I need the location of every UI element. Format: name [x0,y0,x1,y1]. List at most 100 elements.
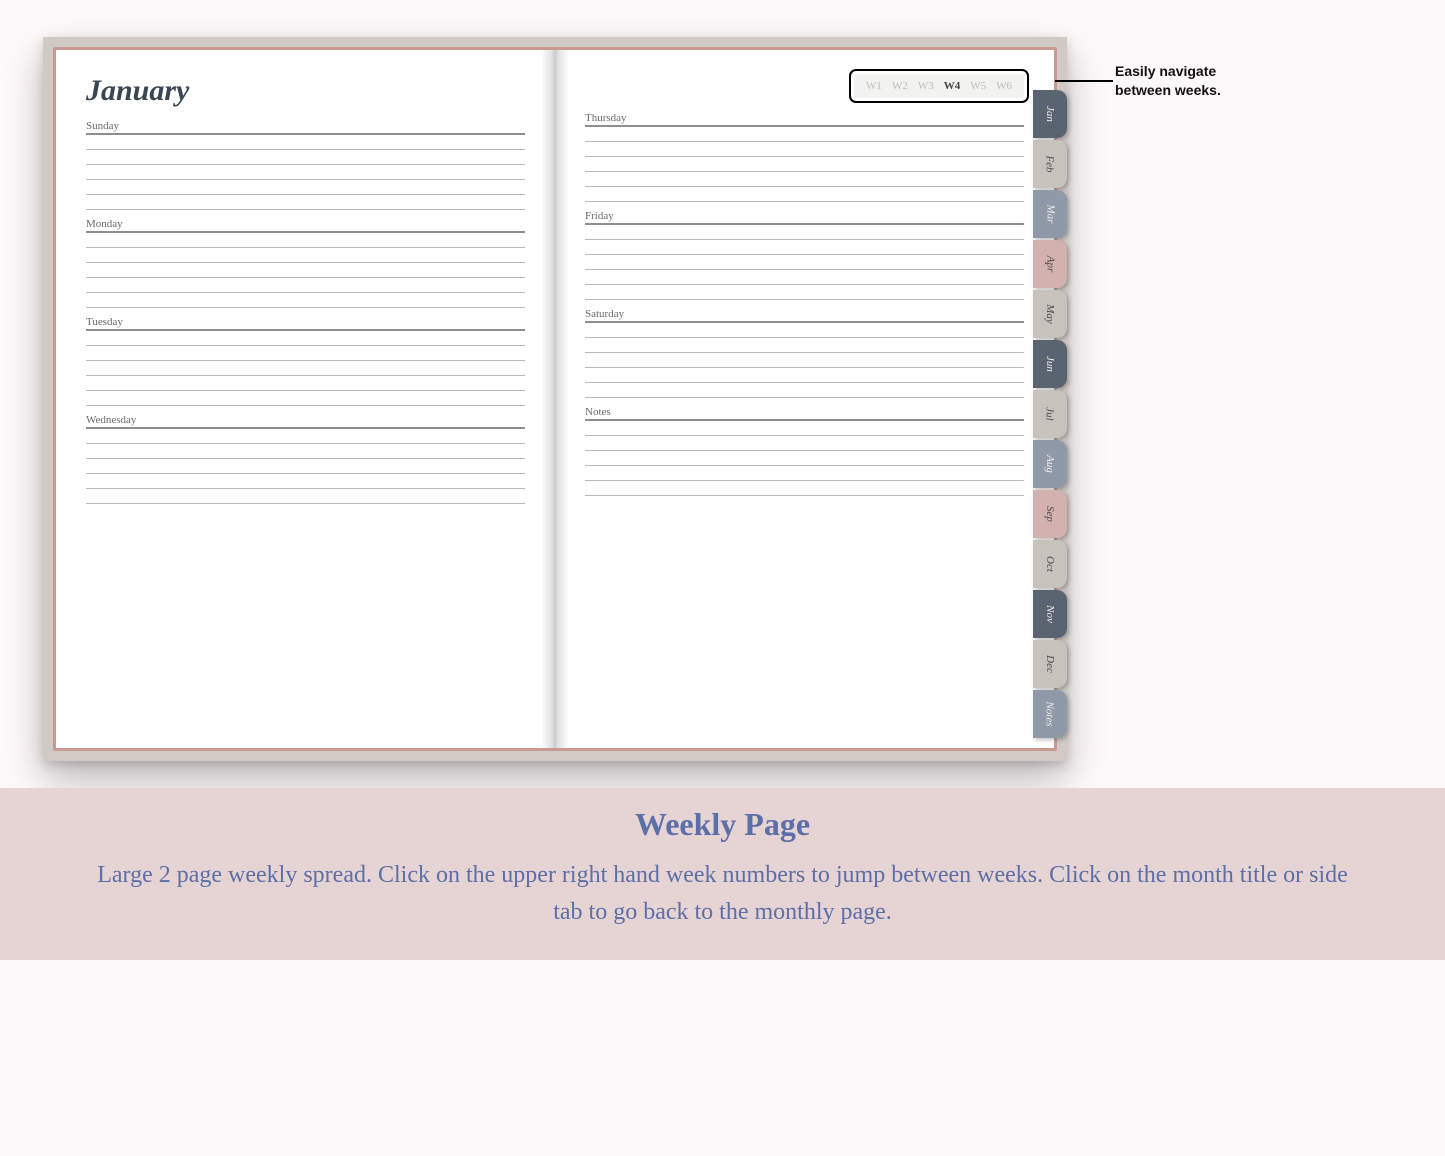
writing-line [86,503,525,504]
month-tab-label: Notes [1044,701,1056,726]
month-tab-may[interactable]: May [1033,290,1067,338]
day-label: Monday [86,218,525,230]
callout-leader-line [1055,80,1113,82]
info-banner: Weekly Page Large 2 page weekly spread. … [0,788,1445,960]
writing-line [585,495,1024,496]
writing-line [585,254,1024,255]
annotation-callout: Easily navigate between weeks. [1055,78,1255,118]
rule-thick [86,427,525,429]
writing-line [86,473,525,474]
week-link-w1[interactable]: W1 [866,80,882,92]
month-tab-feb[interactable]: Feb [1033,140,1067,188]
month-tab-label: May [1044,304,1056,324]
writing-line [86,164,525,165]
day-block-thursday: Thursday [585,112,1024,202]
callout-text: Easily navigate between weeks. [1115,62,1275,100]
week-link-w3[interactable]: W3 [918,80,934,92]
day-block-sunday: Sunday [86,120,525,210]
writing-line [585,299,1024,300]
writing-line [86,292,525,293]
writing-line [86,262,525,263]
writing-line [86,194,525,195]
month-tabs: JanFebMarAprMayJunJulAugSepOctNovDecNote… [1033,90,1067,740]
writing-line [585,465,1024,466]
month-tab-label: Jul [1044,407,1056,420]
writing-line [585,450,1024,451]
month-tab-jun[interactable]: Jun [1033,340,1067,388]
week-link-w5[interactable]: W5 [970,80,986,92]
writing-line [86,277,525,278]
writing-line [585,382,1024,383]
planner-book: January SundayMondayTuesdayWednesday W1W… [43,37,1067,761]
writing-line [86,443,525,444]
day-block-tuesday: Tuesday [86,316,525,406]
writing-line [585,397,1024,398]
day-block-monday: Monday [86,218,525,308]
banner-body: Large 2 page weekly spread. Click on the… [93,857,1353,931]
writing-line [86,390,525,391]
month-tab-apr[interactable]: Apr [1033,240,1067,288]
writing-line [585,337,1024,338]
writing-line [585,367,1024,368]
writing-line [86,179,525,180]
month-tab-label: Oct [1044,556,1056,572]
rule-thick [585,419,1024,421]
day-block-friday: Friday [585,210,1024,300]
day-label: Saturday [585,308,1024,320]
rule-thick [86,231,525,233]
writing-line [86,375,525,376]
month-tab-nov[interactable]: Nov [1033,590,1067,638]
writing-line [86,209,525,210]
day-label: Wednesday [86,414,525,426]
writing-line [86,458,525,459]
month-tab-jul[interactable]: Jul [1033,390,1067,438]
writing-line [86,345,525,346]
day-label: Tuesday [86,316,525,328]
day-block-notes: Notes [585,406,1024,496]
day-label: Friday [585,210,1024,222]
month-tab-label: Aug [1044,455,1056,473]
rule-thick [585,125,1024,127]
month-tab-dec[interactable]: Dec [1033,640,1067,688]
writing-line [86,488,525,489]
writing-line [585,186,1024,187]
writing-line [585,201,1024,202]
month-tab-label: Jun [1044,356,1056,372]
writing-line [585,239,1024,240]
day-block-saturday: Saturday [585,308,1024,398]
month-title[interactable]: January [86,74,525,108]
page-right: W1 W2 W3 W4 W5 W6 Thursday Friday Saturday Notes [555,50,1054,748]
rule-thick [86,133,525,135]
month-tab-notes[interactable]: Notes [1033,690,1067,738]
month-tab-label: Apr [1044,256,1056,273]
writing-line [585,352,1024,353]
month-tab-mar[interactable]: Mar [1033,190,1067,238]
month-tab-sep[interactable]: Sep [1033,490,1067,538]
day-block-wednesday: Wednesday [86,414,525,504]
writing-line [86,247,525,248]
rule-thick [86,329,525,331]
writing-line [585,269,1024,270]
week-link-w6[interactable]: W6 [996,80,1012,92]
writing-line [585,171,1024,172]
writing-line [585,435,1024,436]
writing-line [585,156,1024,157]
page-left: January Sunday Monday Tuesday Wednesday [56,50,555,748]
writing-line [86,149,525,150]
week-navigator: W1 W2 W3 W4 W5 W6 [854,74,1024,98]
month-tab-oct[interactable]: Oct [1033,540,1067,588]
month-tab-label: Feb [1044,155,1056,172]
week-link-w2[interactable]: W2 [892,80,908,92]
month-tab-aug[interactable]: Aug [1033,440,1067,488]
week-link-w4[interactable]: W4 [944,80,961,92]
writing-line [585,480,1024,481]
writing-line [86,405,525,406]
day-label: Notes [585,406,1024,418]
day-label: Thursday [585,112,1024,124]
writing-line [86,360,525,361]
day-label: Sunday [86,120,525,132]
book-cover: January SundayMondayTuesdayWednesday W1W… [53,47,1057,751]
writing-line [86,307,525,308]
rule-thick [585,321,1024,323]
page-spread: January SundayMondayTuesdayWednesday W1W… [56,50,1054,748]
